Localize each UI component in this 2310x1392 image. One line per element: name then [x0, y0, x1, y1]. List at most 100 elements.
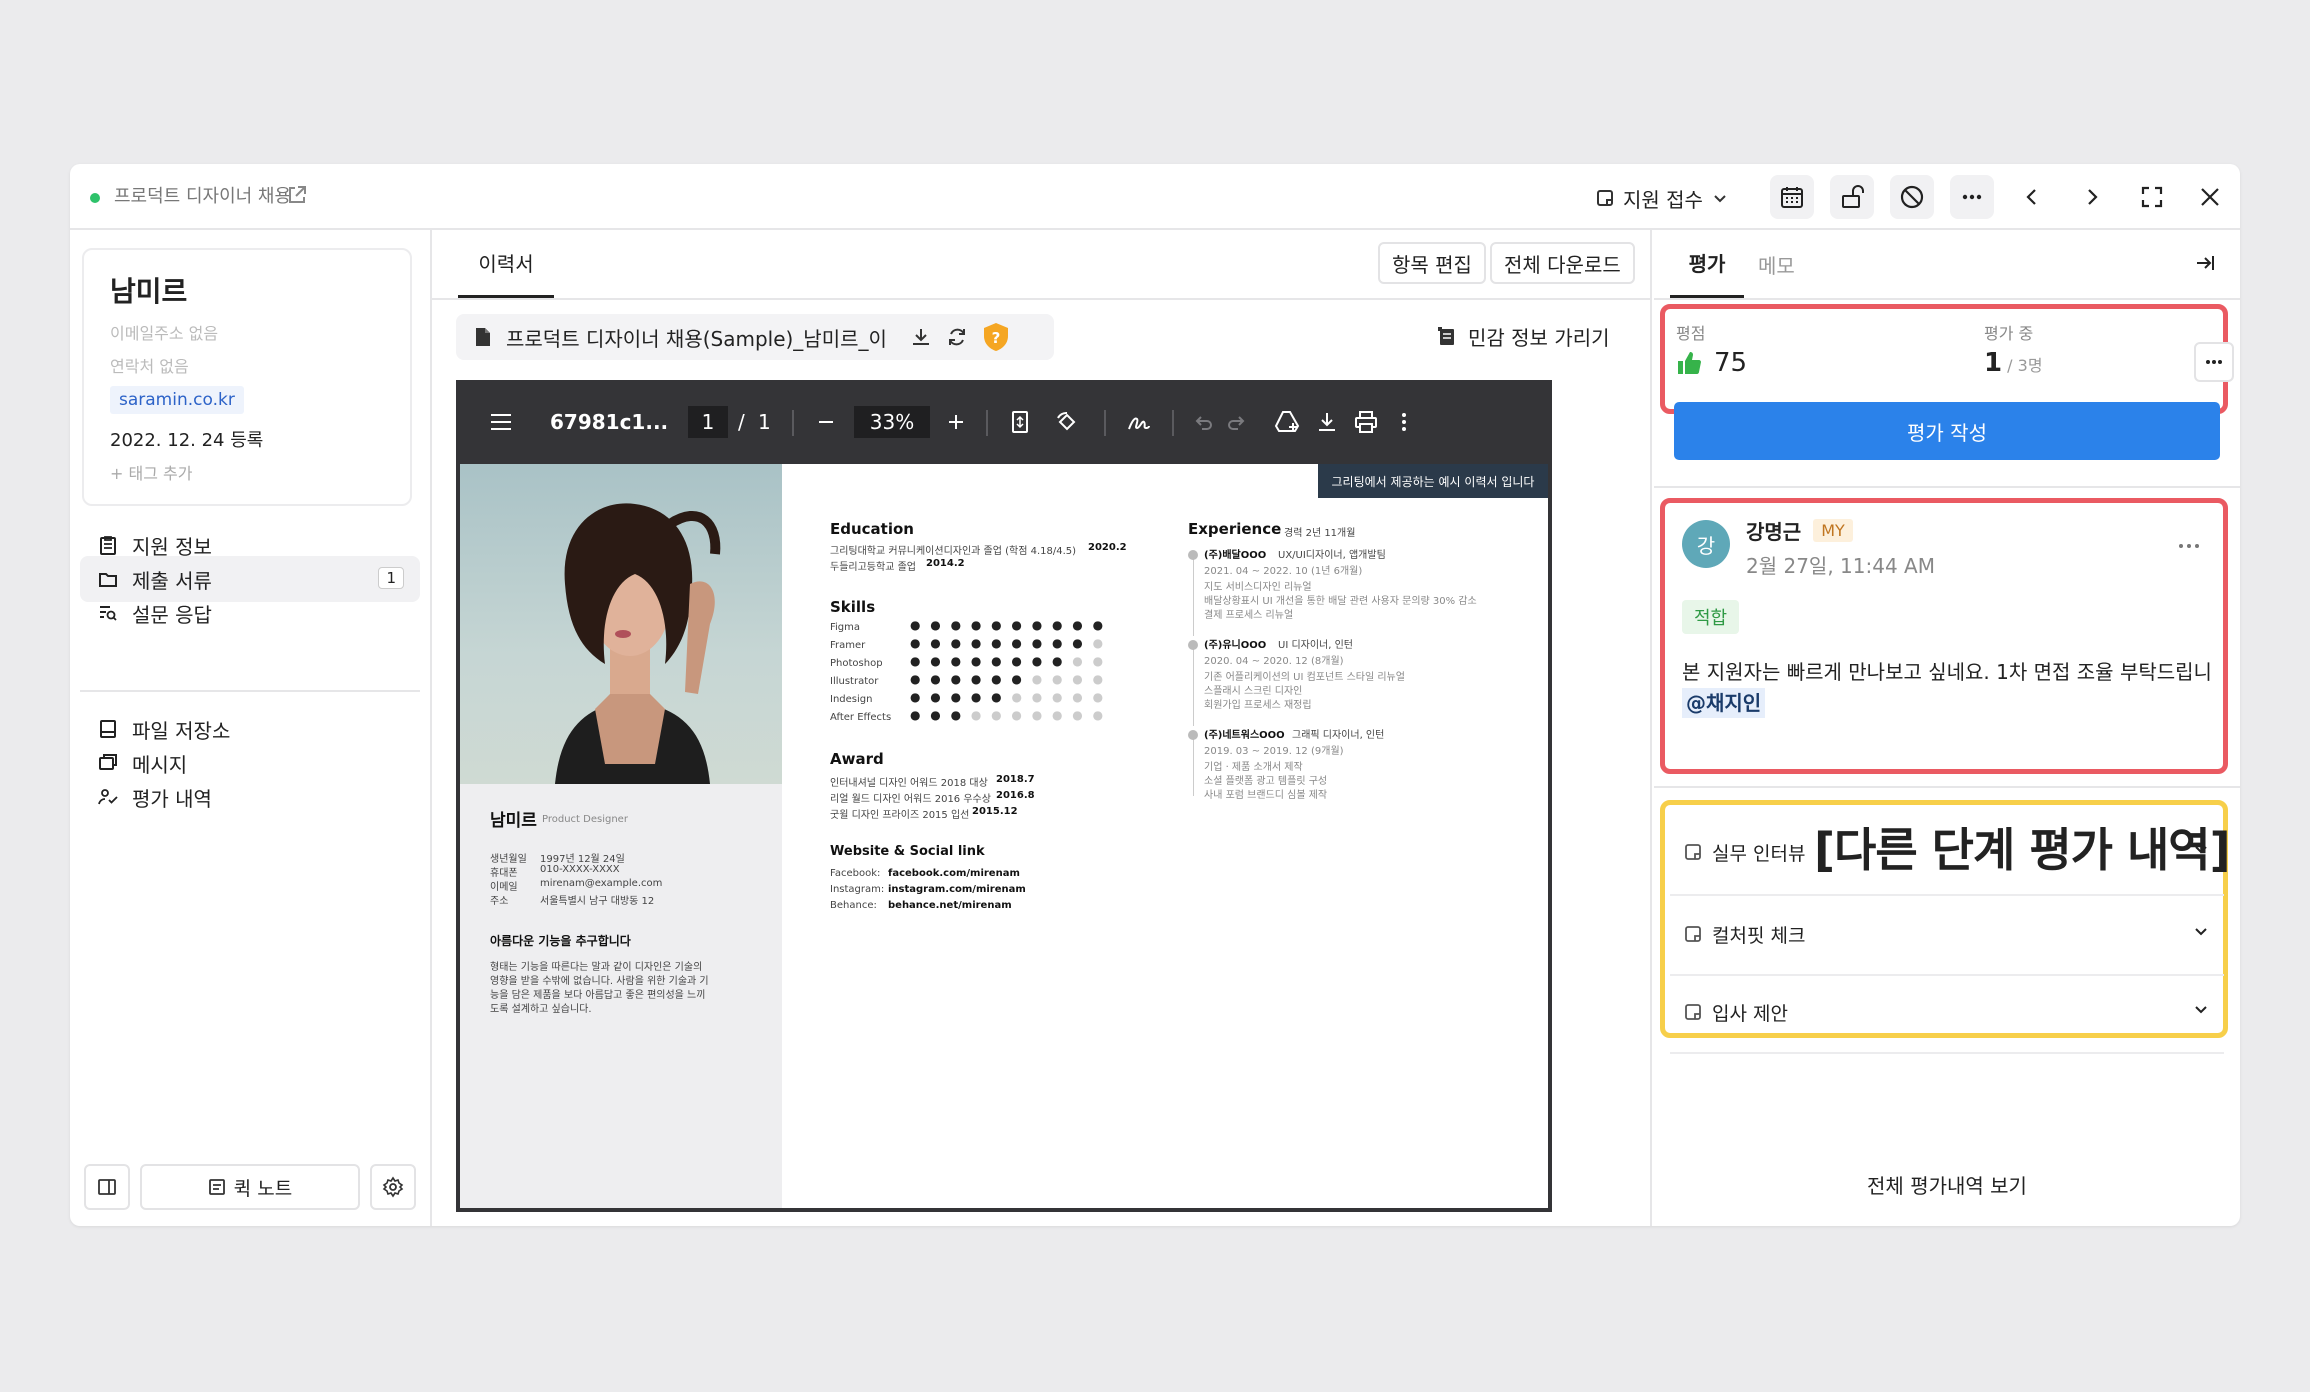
candidate-window: 프로덕트 디자이너 채용 지원 접수 남미르 이메일주소 없음 연락처 없음 s… [70, 164, 2240, 1226]
link-value: facebook.com/mirenam [888, 868, 1020, 879]
fullscreen-button[interactable] [2130, 175, 2174, 219]
archive-icon [100, 720, 116, 738]
view-all-evaluations-link[interactable]: 전체 평가내역 보기 [1654, 1170, 2240, 1199]
sidebar-toggle-button[interactable] [84, 1164, 130, 1210]
score-label: 평점 [1676, 324, 1706, 343]
unlock-button[interactable] [1830, 175, 1874, 219]
source-tag[interactable]: saramin.co.kr [110, 386, 244, 414]
file-chip[interactable]: 프로덕트 디자이너 채용(Sample)_남미르_이... ? [456, 314, 1054, 360]
info-label: 주소 [490, 896, 509, 907]
download-all-button[interactable]: 전체 다운로드 [1490, 242, 1635, 284]
profile-photo [460, 464, 782, 784]
zoom-in-button[interactable] [944, 406, 968, 438]
info-label: 이메일 [490, 882, 518, 893]
stage-offer[interactable]: 입사 제안 [1670, 974, 2224, 1050]
chevron-down-icon [2195, 928, 2207, 936]
experience-line: 기업 · 제품 소개서 제작 [1204, 762, 1303, 773]
viewer-more-button[interactable] [1394, 406, 1414, 438]
more-button[interactable] [1950, 175, 1994, 219]
print-button[interactable] [1350, 406, 1382, 438]
award-item: 인터내셔널 디자인 어워드 2018 대상 [830, 778, 988, 789]
divider [1654, 786, 2240, 788]
skills-heading: Skills [830, 598, 876, 616]
skill-name: Indesign [830, 694, 873, 705]
company-period: 2021. 04 ~ 2022. 10 (1년 6개월) [1204, 566, 1363, 577]
top-bar: 프로덕트 디자이너 채용 지원 접수 [70, 164, 2240, 230]
chevron-left-icon [2026, 189, 2036, 205]
hide-personal-info-toggle[interactable]: 민감 정보 가리기 [1436, 322, 1610, 351]
hide-personal-info-label: 민감 정보 가리기 [1468, 326, 1610, 350]
score-more-button[interactable] [2194, 342, 2234, 382]
calendar-icon [1781, 187, 1803, 208]
pdf-viewer: 67981c1... 1 / 1 33% 남미르 Product Designe… [456, 380, 1552, 1212]
score-number: 75 [1714, 348, 1748, 378]
quick-note-button[interactable]: 퀵 노트 [140, 1164, 360, 1210]
toolbar-divider [986, 410, 988, 436]
edit-items-button[interactable]: 항목 편집 [1378, 242, 1486, 284]
download-icon[interactable] [910, 326, 932, 348]
block-button[interactable] [1890, 175, 1934, 219]
settings-button[interactable] [370, 1164, 416, 1210]
page-number-input[interactable]: 1 [688, 406, 728, 438]
close-button[interactable] [2188, 175, 2232, 219]
skill-name: Illustrator [830, 676, 879, 687]
calendar-button[interactable] [1770, 175, 1814, 219]
download-button[interactable] [1312, 406, 1342, 438]
zoom-level[interactable]: 33% [854, 406, 930, 438]
menu-button[interactable] [486, 406, 516, 438]
prev-candidate-button[interactable] [2010, 175, 2054, 219]
tab-evaluation[interactable]: 평가 [1670, 230, 1744, 298]
redo-button[interactable] [1224, 406, 1248, 438]
nav-item-evaluations[interactable]: 평가 내역 [80, 774, 420, 820]
divider [432, 298, 1652, 300]
refresh-icon[interactable] [946, 326, 968, 348]
list-search-icon [100, 606, 117, 621]
award-heading: Award [830, 750, 884, 768]
fit-page-button[interactable] [1006, 406, 1034, 438]
stage-culture-fit[interactable]: 컬처핏 체크 [1670, 896, 2224, 972]
job-title[interactable]: 프로덕트 디자이너 채용 [114, 182, 291, 212]
timeline-bullet [1188, 730, 1198, 740]
plus-icon [949, 415, 963, 429]
drive-upload-button[interactable] [1272, 406, 1302, 438]
nav-item-survey[interactable]: 설문 응답 [80, 590, 420, 636]
gear-icon [382, 1176, 404, 1198]
external-link-icon[interactable] [286, 184, 312, 210]
shield-question-icon[interactable]: ? [982, 322, 1010, 352]
collapse-panel-icon[interactable] [2194, 252, 2216, 278]
progress-value: 1 / 3명 [1984, 348, 2043, 378]
candidate-name: 남미르 [110, 275, 188, 308]
next-candidate-button[interactable] [2070, 175, 2114, 219]
award-item: 리얼 월드 디자인 어워드 2016 우수상 [830, 794, 991, 805]
undo-button[interactable] [1192, 406, 1216, 438]
tab-memo[interactable]: 메모 [1758, 230, 1795, 298]
timeline-line [1193, 646, 1194, 726]
tab-resume[interactable]: 이력서 [458, 230, 554, 298]
page-total: 1 [758, 410, 771, 434]
mention[interactable]: @채지인 [1682, 688, 1766, 718]
draw-button[interactable] [1124, 406, 1154, 438]
timeline-bullet [1188, 640, 1198, 650]
rotate-button[interactable] [1052, 406, 1082, 438]
reviewer-name: 강명근 [1746, 520, 1802, 544]
info-value: mirenam@example.com [540, 878, 663, 889]
toolbar-divider [792, 410, 794, 436]
skill-name: Photoshop [830, 658, 883, 669]
zoom-out-button[interactable] [814, 406, 838, 438]
toolbar-divider [1172, 410, 1174, 436]
write-evaluation-button[interactable]: 평가 작성 [1674, 402, 2220, 460]
skill-level: ● ● ● ● ● ● ● ● ● ● [910, 672, 1107, 686]
status-select[interactable]: 지원 접수 [1595, 178, 1729, 218]
link-value: behance.net/mirenam [888, 900, 1012, 911]
status-label: 지원 접수 [1623, 187, 1703, 212]
progress-done: 1 [1984, 348, 2003, 378]
stage-label: 컬처핏 체크 [1712, 924, 1806, 947]
review-more-icon[interactable] [2178, 536, 2200, 555]
resume-center-column: Education 그리팅대학교 커뮤니케이션디자인과 졸업 (학점 4.18/… [830, 464, 1127, 1208]
nav-divider [80, 690, 420, 692]
add-tag-button[interactable]: + 태그 추가 [110, 460, 192, 484]
education-item: 두들리고등학교 졸업 [830, 562, 916, 573]
stages-annotation: [다른 단계 평가 내역] [1814, 823, 2231, 877]
timeline-line [1193, 736, 1194, 796]
clipboard-icon [100, 536, 116, 555]
